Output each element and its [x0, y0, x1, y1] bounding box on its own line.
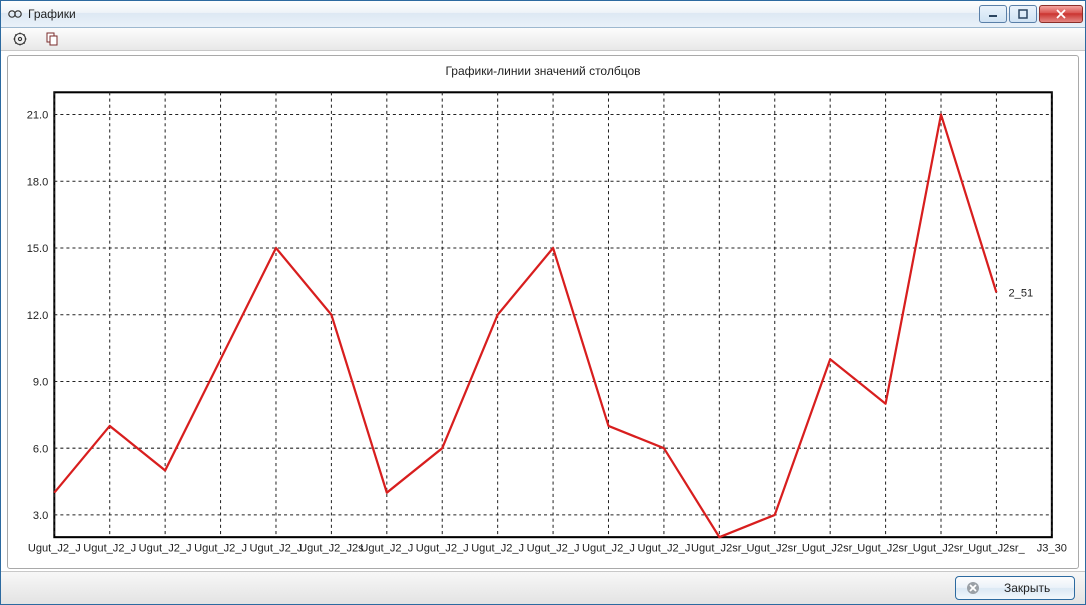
svg-text:Ugut_J2_J2s: Ugut_J2_J2s: [299, 542, 364, 554]
svg-text:Ugut_J2_J: Ugut_J2_J: [582, 542, 635, 554]
chart-panel: Графики-линии значений столбцов 3.0 6.0 9.…: [7, 55, 1079, 569]
window-frame: Графики: [0, 0, 1086, 605]
svg-text:Ugut_J2sr_: Ugut_J2sr_: [691, 542, 748, 554]
svg-text:Ugut_J2sr_: Ugut_J2sr_: [802, 542, 859, 554]
svg-text:Ugut_J2_J: Ugut_J2_J: [637, 542, 690, 554]
svg-text:Ugut_J2_J: Ugut_J2_J: [527, 542, 580, 554]
titlebar: Графики: [1, 1, 1085, 28]
svg-text:9.0: 9.0: [33, 376, 48, 388]
svg-text:3.0: 3.0: [33, 510, 48, 522]
svg-text:Ugut_J2_J: Ugut_J2_J: [28, 542, 81, 554]
svg-text:J3_30: J3_30: [1037, 542, 1067, 554]
minimize-button[interactable]: [979, 5, 1007, 23]
window-controls: [977, 5, 1083, 25]
svg-text:21.0: 21.0: [27, 110, 49, 122]
close-panel-button[interactable]: Закрыть: [955, 576, 1075, 600]
svg-text:Ugut_J2_J: Ugut_J2_J: [139, 542, 192, 554]
svg-text:Ugut_J2sr_: Ugut_J2sr_: [857, 542, 914, 554]
chart-area: Графики-линии значений столбцов 3.0 6.0 9.…: [1, 51, 1085, 571]
toolbar: [1, 28, 1085, 51]
svg-text:15.0: 15.0: [27, 243, 49, 255]
plot-holder: 3.06.09.012.015.018.021.0Ugut_J2_JUgut_J…: [14, 82, 1072, 566]
close-window-button[interactable]: [1039, 5, 1083, 23]
svg-text:Ugut_J2_J: Ugut_J2_J: [360, 542, 413, 554]
svg-text:Ugut_J2_J: Ugut_J2_J: [194, 542, 247, 554]
svg-text:Ugut_J2_J: Ugut_J2_J: [416, 542, 469, 554]
chart-title: Графики-линии значений столбцов: [14, 62, 1072, 82]
svg-text:Ugut_J2sr_: Ugut_J2sr_: [913, 542, 970, 554]
window-title: Графики: [28, 7, 76, 21]
svg-text:Ugut_J2sr_: Ugut_J2sr_: [968, 542, 1025, 554]
settings-gear-icon[interactable]: [11, 30, 29, 48]
svg-text:6.0: 6.0: [33, 443, 48, 455]
svg-text:Ugut_J2_J: Ugut_J2_J: [250, 542, 303, 554]
app-icon: [7, 6, 23, 22]
copy-icon[interactable]: [43, 30, 61, 48]
svg-text:12.0: 12.0: [27, 310, 49, 322]
svg-text:2_51: 2_51: [1009, 288, 1034, 300]
svg-text:Ugut_J2_J: Ugut_J2_J: [83, 542, 136, 554]
line-chart: 3.06.09.012.015.018.021.0Ugut_J2_JUgut_J…: [14, 82, 1072, 566]
svg-text:Ugut_J2_J: Ugut_J2_J: [471, 542, 524, 554]
maximize-button[interactable]: [1009, 5, 1037, 23]
svg-text:18.0: 18.0: [27, 176, 49, 188]
close-panel-label: Закрыть: [1004, 581, 1050, 595]
svg-text:Ugut_J2sr_: Ugut_J2sr_: [746, 542, 803, 554]
footer: Закрыть: [1, 571, 1085, 604]
close-icon: [966, 581, 980, 595]
